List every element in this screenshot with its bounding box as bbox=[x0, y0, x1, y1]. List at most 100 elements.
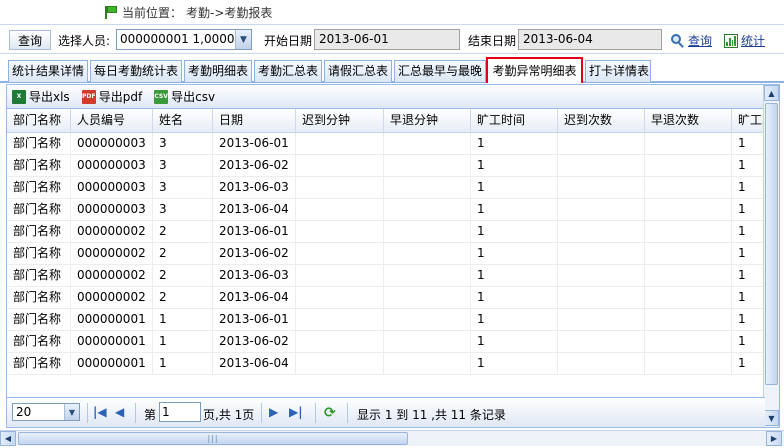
end-date-input[interactable]: 2013-06-04 bbox=[518, 29, 662, 50]
table-cell: 部门名称 bbox=[7, 133, 71, 154]
search-link[interactable]: 查询 bbox=[670, 32, 712, 49]
table-cell: 部门名称 bbox=[7, 221, 71, 242]
start-date-input[interactable]: 2013-06-01 bbox=[314, 29, 460, 50]
pager-separator bbox=[135, 403, 136, 423]
table-cell: 部门名称 bbox=[7, 177, 71, 198]
column-header[interactable]: 迟到分钟 bbox=[296, 109, 384, 132]
column-header[interactable]: 人员编号 bbox=[71, 109, 153, 132]
chevron-down-icon[interactable]: ▼ bbox=[235, 30, 251, 49]
magnifier-icon bbox=[670, 33, 685, 48]
table-cell bbox=[384, 199, 471, 220]
page-size-select[interactable]: 20 ▼ bbox=[12, 403, 80, 421]
table-cell bbox=[296, 243, 384, 264]
table-cell: 000000003 bbox=[71, 155, 153, 176]
scroll-up-icon[interactable]: ▲ bbox=[764, 85, 779, 101]
export-csv-button[interactable]: CSV 导出csv bbox=[154, 88, 215, 105]
table-cell bbox=[645, 353, 732, 374]
table-cell bbox=[384, 221, 471, 242]
table-cell bbox=[645, 177, 732, 198]
table-cell: 2 bbox=[153, 287, 213, 308]
table-cell bbox=[296, 221, 384, 242]
table-row[interactable]: 部门名称 000000002 2 2013-06-04 1 1 bbox=[7, 287, 765, 309]
tab-stats-detail[interactable]: 统计结果详情 bbox=[8, 60, 88, 82]
table-cell bbox=[645, 287, 732, 308]
table-row[interactable]: 部门名称 000000003 3 2013-06-04 1 1 bbox=[7, 199, 765, 221]
table-cell bbox=[384, 133, 471, 154]
table-cell bbox=[384, 287, 471, 308]
column-header[interactable]: 旷工时间 bbox=[471, 109, 558, 132]
column-header[interactable]: 日期 bbox=[213, 109, 296, 132]
last-page-icon[interactable]: ▶| bbox=[289, 405, 303, 419]
table-row[interactable]: 部门名称 000000003 3 2013-06-03 1 1 bbox=[7, 177, 765, 199]
person-select[interactable]: 000000001 1,0000 ▼ bbox=[116, 29, 252, 50]
tab-attendance-detail[interactable]: 考勤明细表 bbox=[184, 60, 252, 82]
start-date-label: 开始日期 bbox=[264, 34, 313, 48]
table-cell: 2013-06-01 bbox=[213, 221, 296, 242]
column-header[interactable]: 早退次数 bbox=[645, 109, 732, 132]
column-header[interactable]: 旷工次 bbox=[732, 109, 765, 132]
horizontal-scroll-thumb[interactable]: ||| bbox=[18, 432, 408, 445]
column-header[interactable]: 部门名称 bbox=[7, 109, 71, 132]
table-row[interactable]: 部门名称 000000002 2 2013-06-03 1 1 bbox=[7, 265, 765, 287]
table-cell bbox=[558, 221, 645, 242]
pager-separator bbox=[315, 403, 316, 423]
page-number-input[interactable]: 1 bbox=[159, 402, 201, 422]
column-header[interactable]: 早退分钟 bbox=[384, 109, 471, 132]
stats-link[interactable]: 统计 bbox=[724, 32, 765, 49]
table-cell: 3 bbox=[153, 199, 213, 220]
tab-attendance-summary[interactable]: 考勤汇总表 bbox=[254, 60, 322, 82]
vertical-scroll-thumb[interactable] bbox=[765, 103, 778, 385]
query-button-label: 查询 bbox=[17, 33, 42, 48]
table-cell: 000000002 bbox=[71, 287, 153, 308]
table-row[interactable]: 部门名称 000000002 2 2013-06-01 1 1 bbox=[7, 221, 765, 243]
table-row[interactable]: 部门名称 000000003 3 2013-06-02 1 1 bbox=[7, 155, 765, 177]
pdf-icon: PDF bbox=[81, 89, 96, 104]
scroll-down-icon[interactable]: ▼ bbox=[764, 410, 779, 426]
export-xls-button[interactable]: X 导出xls bbox=[12, 88, 70, 105]
prev-page-icon[interactable]: ◀ bbox=[115, 405, 124, 419]
table-cell bbox=[384, 309, 471, 330]
next-page-icon[interactable]: ▶ bbox=[269, 405, 278, 419]
scroll-right-icon[interactable]: ▶ bbox=[766, 431, 782, 446]
table-cell bbox=[558, 133, 645, 154]
table-row[interactable]: 部门名称 000000001 1 2013-06-04 1 1 bbox=[7, 353, 765, 375]
vertical-scrollbar[interactable]: ▲ ▼ bbox=[763, 85, 779, 427]
table-cell bbox=[296, 155, 384, 176]
table-row[interactable]: 部门名称 000000003 3 2013-06-01 1 1 bbox=[7, 133, 765, 155]
table-cell: 2013-06-02 bbox=[213, 155, 296, 176]
tab-punch-detail[interactable]: 打卡详情表 bbox=[585, 60, 651, 82]
pager-separator bbox=[347, 403, 348, 423]
table-row[interactable]: 部门名称 000000002 2 2013-06-02 1 1 bbox=[7, 243, 765, 265]
table-cell bbox=[384, 243, 471, 264]
query-button[interactable]: 查询 bbox=[9, 30, 51, 50]
table-cell: 000000002 bbox=[71, 243, 153, 264]
table-cell: 部门名称 bbox=[7, 265, 71, 286]
end-date-label: 结束日期 bbox=[468, 34, 517, 48]
table-cell: 部门名称 bbox=[7, 353, 71, 374]
scroll-left-icon[interactable]: ◀ bbox=[0, 431, 16, 446]
table-cell: 1 bbox=[471, 199, 558, 220]
refresh-icon[interactable]: ⟳ bbox=[324, 405, 336, 421]
tab-leave-summary[interactable]: 请假汇总表 bbox=[324, 60, 392, 82]
horizontal-scrollbar[interactable]: ◀ ||| ▶ bbox=[0, 430, 784, 446]
table-cell: 1 bbox=[471, 287, 558, 308]
table-row[interactable]: 部门名称 000000001 1 2013-06-01 1 1 bbox=[7, 309, 765, 331]
chevron-down-icon[interactable]: ▼ bbox=[64, 404, 79, 420]
table-cell: 1 bbox=[732, 199, 765, 220]
table-cell bbox=[384, 353, 471, 374]
csv-icon: CSV bbox=[154, 89, 169, 104]
tab-exception-detail[interactable]: 考勤异常明细表 bbox=[486, 57, 583, 83]
column-header[interactable]: 迟到次数 bbox=[558, 109, 645, 132]
table-cell bbox=[558, 309, 645, 330]
table-row[interactable]: 部门名称 000000001 1 2013-06-02 1 1 bbox=[7, 331, 765, 353]
tab-daily-stats[interactable]: 每日考勤统计表 bbox=[90, 60, 182, 82]
export-pdf-button[interactable]: PDF 导出pdf bbox=[81, 88, 142, 105]
export-csv-label: 导出csv bbox=[171, 90, 216, 104]
table-cell bbox=[296, 353, 384, 374]
export-xls-label: 导出xls bbox=[29, 90, 70, 104]
table-cell: 部门名称 bbox=[7, 309, 71, 330]
column-header[interactable]: 姓名 bbox=[153, 109, 213, 132]
first-page-icon[interactable]: |◀ bbox=[93, 405, 107, 419]
search-link-label: 查询 bbox=[688, 34, 713, 48]
tab-earliest-latest[interactable]: 汇总最早与最晚 bbox=[394, 60, 486, 82]
